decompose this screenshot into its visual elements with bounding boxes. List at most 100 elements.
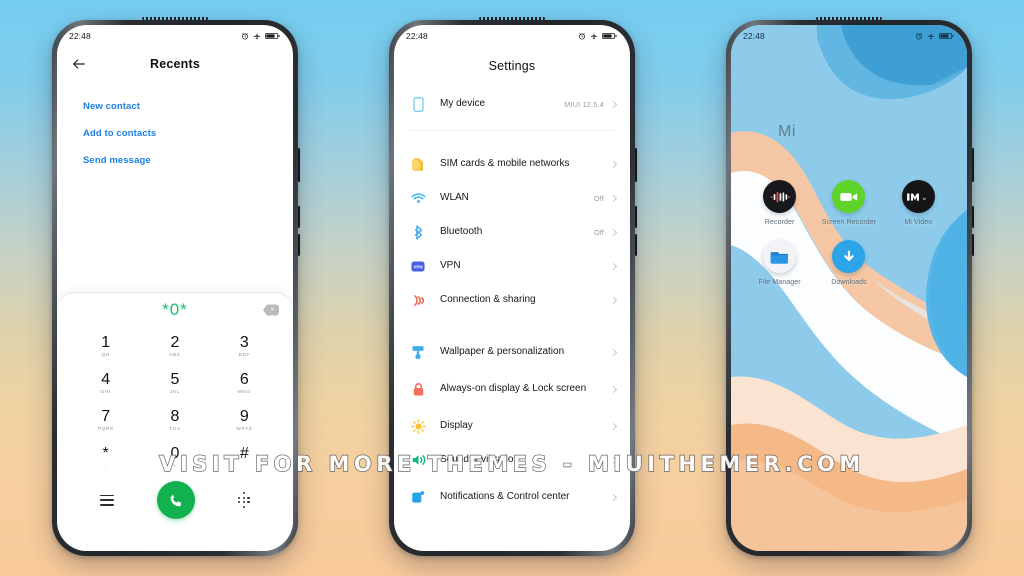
- list-icon[interactable]: [100, 494, 115, 506]
- power-button[interactable]: [298, 148, 300, 182]
- app-label: Mi Video: [904, 219, 933, 226]
- key-star[interactable]: *,: [71, 440, 140, 477]
- key-digit: 0: [170, 445, 180, 462]
- key-8[interactable]: 8 TUV: [140, 403, 209, 440]
- chevron-right-icon: [609, 385, 618, 393]
- settings-row-label: Bluetooth: [440, 226, 483, 237]
- settings-row-value: Off: [593, 227, 604, 237]
- status-time: 22:48: [69, 31, 91, 41]
- settings-row-sim-cards[interactable]: SIM cards & mobile networks: [394, 147, 630, 181]
- phone-handset-icon: [170, 493, 181, 506]
- key-1[interactable]: 1 QD: [71, 329, 140, 366]
- volume-button[interactable]: [972, 206, 974, 228]
- wallpaper-icon: [410, 344, 426, 360]
- wallpaper-shapes: [731, 25, 967, 551]
- dialer-number-row: *0* ×: [57, 293, 293, 327]
- call-button[interactable]: [157, 481, 196, 519]
- chevron-right-icon: [609, 422, 618, 430]
- app-downloads[interactable]: Downloads: [814, 240, 883, 287]
- dialed-number: *0*: [162, 300, 188, 319]
- chevron-right-icon: [609, 296, 618, 304]
- app-file-manager[interactable]: File Manager: [745, 240, 814, 287]
- app-recorder[interactable]: Recorder: [745, 180, 814, 227]
- dialer-panel: *0* × 1 QD 2 ABC 3 DEF 4 GHI 5 JKL 6 MNO 7 PQRS…: [57, 293, 293, 551]
- screenshot-stage: 22:48 Recents New contact Add to contact…: [0, 0, 1024, 576]
- settings-row-wlan[interactable]: WLAN Off: [394, 181, 630, 215]
- vpn-icon: VPN: [410, 258, 426, 274]
- key-hash[interactable]: #: [210, 440, 279, 477]
- chevron-right-icon: [609, 262, 618, 270]
- chevron-right-icon: [609, 348, 618, 356]
- settings-row-notifications[interactable]: Notifications & Control center: [394, 477, 630, 517]
- settings-row-vpn[interactable]: VPN VPN: [394, 249, 630, 283]
- settings-row-label: Sound & vibration: [440, 454, 519, 465]
- screen-settings: 22:48 Settings My device MIUI 12.5.4 SIM…: [394, 25, 630, 551]
- chevron-right-icon: [609, 100, 618, 108]
- settings-row-bluetooth[interactable]: Bluetooth Off: [394, 215, 630, 249]
- volume-button[interactable]: [298, 206, 300, 228]
- key-digit: *: [102, 445, 109, 462]
- bluetooth-icon: [410, 224, 426, 240]
- settings-row-label: Wallpaper & personalization: [440, 346, 565, 357]
- volume-button[interactable]: [635, 206, 637, 228]
- page-title: Recents: [149, 57, 201, 71]
- key-letters: ,: [104, 464, 107, 469]
- key-4[interactable]: 4 GHI: [71, 366, 140, 403]
- action-new-contact[interactable]: New contact: [57, 93, 293, 120]
- power-button[interactable]: [972, 148, 974, 182]
- keypad-grid-icon[interactable]: [238, 491, 250, 509]
- backspace-icon[interactable]: ×: [263, 304, 279, 316]
- sim-cards-icon: [410, 156, 426, 172]
- settings-row-display[interactable]: Display: [394, 409, 630, 443]
- home-wallpaper: 22:48 Mi Recorder Screen Recorder tv Mi …: [731, 25, 967, 551]
- status-time: 22:48: [406, 31, 428, 41]
- key-digit: 2: [170, 334, 180, 351]
- key-digit: 6: [239, 371, 249, 388]
- power-button[interactable]: [635, 148, 637, 182]
- screen-home: 22:48 Mi Recorder Screen Recorder tv Mi …: [731, 25, 967, 551]
- key-3[interactable]: 3 DEF: [210, 329, 279, 366]
- app-screen-recorder[interactable]: Screen Recorder: [814, 180, 883, 227]
- key-5[interactable]: 5 JKL: [140, 366, 209, 403]
- battery-icon: [602, 33, 617, 39]
- settings-row-my-device[interactable]: My device MIUI 12.5.4: [394, 87, 630, 121]
- key-letters: JKL: [169, 390, 181, 395]
- file-manager-icon: [763, 240, 797, 273]
- key-digit: 5: [170, 371, 180, 388]
- key-7[interactable]: 7 PQRS: [71, 403, 140, 440]
- home-app-grid: Recorder Screen Recorder tv Mi Video Fil…: [731, 180, 967, 287]
- volume-button-2[interactable]: [298, 234, 300, 256]
- key-2[interactable]: 2 ABC: [140, 329, 209, 366]
- screen-recorder-icon: [832, 180, 866, 213]
- volume-button-2[interactable]: [972, 234, 974, 256]
- phone-home-screen: 22:48 Mi Recorder Screen Recorder tv Mi …: [726, 17, 974, 556]
- app-mi-video[interactable]: tv Mi Video: [884, 180, 953, 227]
- app-row-1: Recorder Screen Recorder tv Mi Video: [745, 180, 953, 227]
- sound-vibration-icon: [410, 452, 426, 468]
- app-slot-empty: [884, 240, 953, 287]
- key-0[interactable]: 0 +: [140, 440, 209, 477]
- status-bar: 22:48: [57, 25, 293, 47]
- volume-button-2[interactable]: [635, 234, 637, 256]
- settings-row-lock-screen[interactable]: Always-on display & Lock screen: [394, 369, 630, 409]
- alarm-icon: [916, 33, 922, 40]
- lock-screen-icon: [410, 381, 426, 397]
- airplane-mode-icon: [927, 32, 935, 40]
- dialer-keypad: 1 QD 2 ABC 3 DEF 4 GHI 5 JKL 6 MNO 7 PQRS 8 TUV …: [57, 327, 293, 477]
- airplane-mode-icon: [253, 32, 261, 40]
- action-send-message[interactable]: Send message: [57, 147, 293, 174]
- chevron-right-icon: [609, 160, 618, 168]
- key-9[interactable]: 9 WXYZ: [210, 403, 279, 440]
- settings-row-sound-vibration[interactable]: Sound & vibration: [394, 443, 630, 477]
- chevron-right-icon: [609, 194, 618, 202]
- action-add-to-contacts[interactable]: Add to contacts: [57, 120, 293, 147]
- app-label: Screen Recorder: [821, 219, 877, 226]
- settings-row-wallpaper[interactable]: Wallpaper & personalization: [394, 335, 630, 369]
- back-arrow-icon[interactable]: [71, 56, 87, 72]
- settings-row-connection-sharing[interactable]: Connection & sharing: [394, 283, 630, 317]
- key-letters: QD: [101, 353, 110, 358]
- key-6[interactable]: 6 MNO: [210, 366, 279, 403]
- settings-title: Settings: [488, 59, 536, 73]
- status-bar: 22:48: [394, 25, 630, 47]
